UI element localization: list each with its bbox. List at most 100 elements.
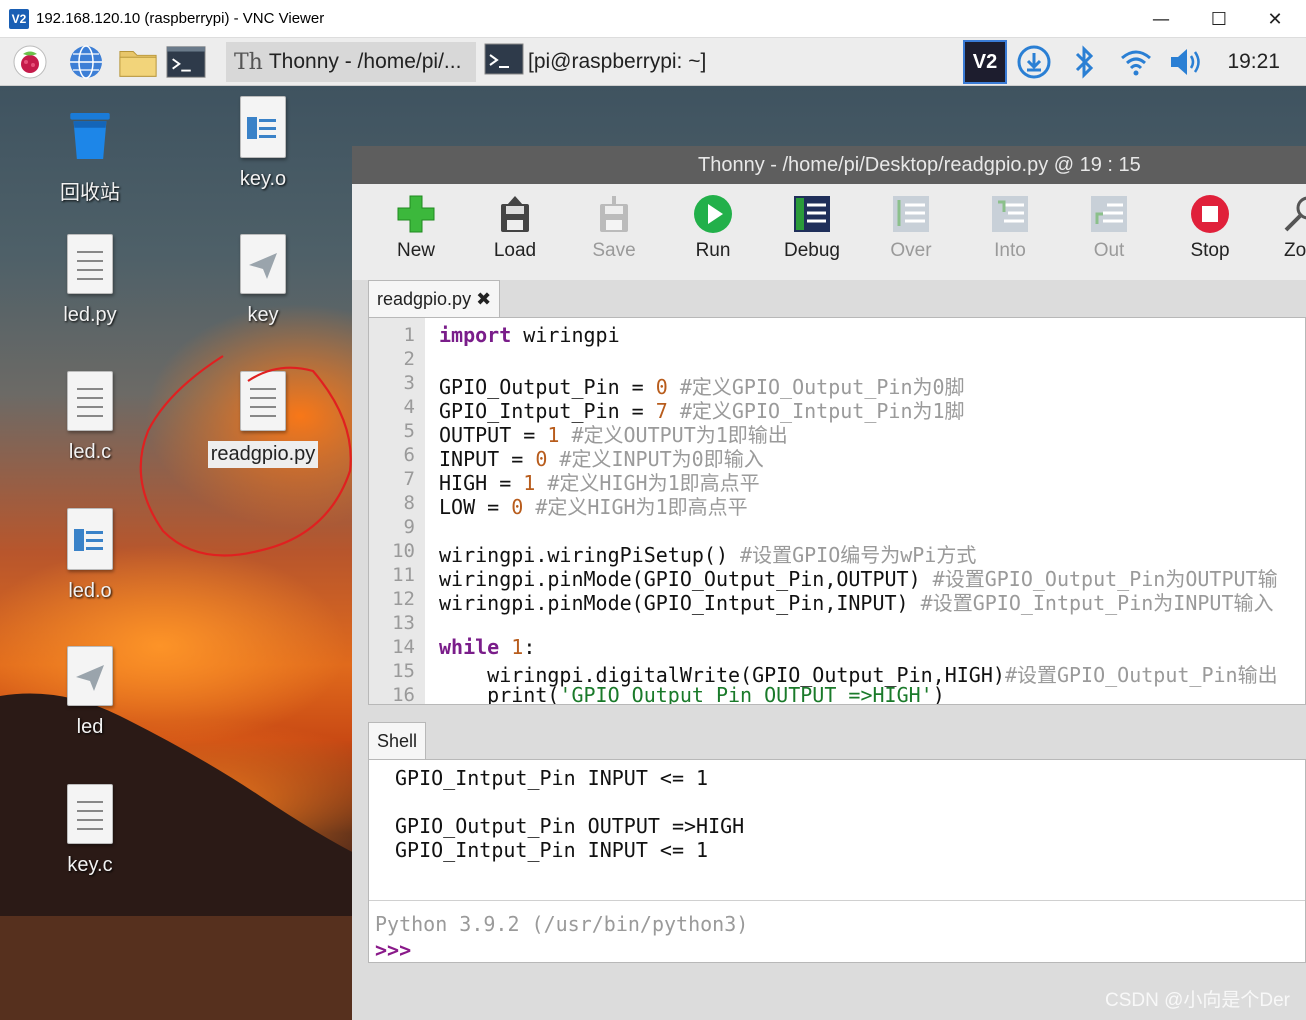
save-label: Save [592, 240, 636, 261]
line-number: 7 [403, 468, 415, 490]
step-over-icon [891, 194, 931, 234]
file-led-c[interactable]: led.c [40, 371, 140, 464]
code-editor[interactable]: 1 2 3 4 5 6 7 8 9 10 11 12 13 14 15 16 i… [368, 317, 1306, 705]
desktop-icon-label: key.c [67, 854, 113, 876]
vnc-titlebar: V2 192.168.120.10 (raspberrypi) - VNC Vi… [0, 0, 1306, 38]
raspberry-menu-icon[interactable] [10, 44, 50, 80]
file-led[interactable]: led [40, 646, 140, 739]
file-key-c[interactable]: key.c [40, 784, 140, 877]
new-label: New [396, 240, 435, 261]
step-out-icon [1089, 194, 1129, 234]
python-version-info: Python 3.9.2 (/usr/bin/python3) [375, 912, 749, 936]
step-over-button[interactable]: Over [871, 194, 951, 262]
step-into-button[interactable]: Into [970, 194, 1050, 262]
thonny-icon: Th [234, 49, 263, 75]
line-number: 9 [403, 516, 415, 538]
line-number: 8 [403, 492, 415, 514]
object-file-icon [67, 508, 113, 570]
close-button[interactable]: ✕ [1246, 0, 1304, 38]
load-button[interactable]: Load [475, 194, 555, 262]
magnifier-icon [1282, 194, 1306, 234]
file-key[interactable]: key [213, 234, 313, 327]
code-line: LOW = 0 #定义HIGH为1即高点平 [439, 495, 748, 519]
desktop-icon-label: key [247, 304, 279, 326]
shell-prompt[interactable]: >>> [375, 938, 411, 962]
shell-panel[interactable]: GPIO_Intput_Pin INPUT <= 1 GPIO_Output_P… [368, 759, 1306, 963]
browser-globe-icon[interactable] [66, 44, 106, 80]
watermark: CSDN @小向是个Der [1104, 990, 1290, 1011]
taskbar-thonny-button[interactable]: Th Thonny - /home/pi/... [226, 42, 476, 82]
download-icon[interactable] [1014, 44, 1054, 80]
shell-output-line: GPIO_Intput_Pin INPUT <= 1 [395, 838, 709, 862]
editor-tab-readgpio[interactable]: readgpio.py ✖ [368, 280, 501, 318]
into-label: Into [994, 240, 1026, 261]
file-key-o[interactable]: key.o [213, 96, 313, 191]
line-number: 3 [403, 372, 415, 394]
file-led-o[interactable]: led.o [40, 508, 140, 603]
desktop-icon-label: 回收站 [60, 182, 120, 204]
run-button[interactable]: Run [673, 194, 753, 262]
step-out-button[interactable]: Out [1069, 194, 1149, 262]
bluetooth-icon[interactable] [1064, 44, 1104, 80]
desktop-icon-label: key.o [239, 168, 287, 190]
taskbar-terminal-label: [pi@raspberrypi: ~] [528, 50, 707, 73]
out-label: Out [1093, 240, 1125, 261]
stop-icon [1190, 194, 1230, 234]
play-icon [693, 194, 733, 234]
run-label: Run [695, 240, 731, 261]
taskbar-terminal-button[interactable]: [pi@raspberrypi: ~] [480, 42, 810, 82]
step-into-icon [990, 194, 1030, 234]
terminal-launcher-icon[interactable] [166, 44, 206, 80]
terminal-icon [484, 43, 524, 81]
line-number: 6 [403, 444, 415, 466]
desktop-icon-label: led.py [63, 304, 117, 326]
file-manager-folder-icon[interactable] [118, 44, 158, 80]
line-number: 4 [403, 396, 415, 418]
desktop-icon-label: led.o [68, 580, 112, 602]
load-label: Load [493, 240, 537, 261]
red-annotation-circle [139, 355, 352, 557]
load-floppy-icon [495, 194, 535, 234]
line-number-gutter: 1 2 3 4 5 6 7 8 9 10 11 12 13 14 15 16 [369, 318, 425, 704]
code-line: wiringpi.pinMode(GPIO_Intput_Pin,INPUT) … [439, 591, 1274, 615]
recycle-bin[interactable]: 回收站 [40, 106, 140, 205]
desktop-icon-label: led [76, 716, 104, 738]
executable-file-icon [240, 234, 286, 294]
maximize-button[interactable]: ☐ [1190, 0, 1248, 38]
line-number: 12 [392, 588, 415, 610]
thonny-window: Thonny - /home/pi/Desktop/readgpio.py @ … [352, 146, 1306, 1020]
stop-label: Stop [1190, 240, 1230, 261]
taskbar: Th Thonny - /home/pi/... [pi@raspberrypi… [0, 38, 1306, 86]
shell-tab[interactable]: Shell [368, 722, 427, 760]
line-number: 13 [392, 612, 415, 634]
line-number: 10 [392, 540, 415, 562]
wifi-icon[interactable] [1116, 44, 1156, 80]
line-number: 16 [392, 684, 415, 705]
save-floppy-icon [594, 194, 634, 234]
debug-button[interactable]: Debug [772, 194, 852, 262]
over-label: Over [890, 240, 932, 261]
save-button[interactable]: Save [574, 194, 654, 262]
text-file-icon [67, 784, 113, 844]
zoom-button[interactable]: Zo [1258, 194, 1306, 262]
line-number: 14 [392, 636, 415, 658]
thonny-toolbar: New Load Save Run Debug Over Into Out St… [352, 184, 1306, 280]
minimize-button[interactable]: — [1132, 0, 1190, 38]
new-button[interactable]: New [376, 194, 456, 262]
trash-icon [70, 113, 110, 159]
line-number: 11 [392, 564, 415, 586]
zoom-label: Zo [1284, 240, 1306, 261]
taskbar-thonny-label: Thonny - /home/pi/... [268, 50, 462, 73]
line-number: 2 [403, 348, 415, 370]
vnc-tray-icon[interactable]: V2 [963, 40, 1007, 84]
file-led-py[interactable]: led.py [40, 234, 140, 327]
code-line: import wiringpi [439, 323, 620, 347]
text-file-icon [67, 234, 113, 294]
line-number: 5 [403, 420, 415, 442]
code-line: while 1: [439, 635, 536, 659]
code-line: print('GPIO_Output_Pin OUTPUT =>HIGH') [439, 683, 945, 705]
line-number: 1 [403, 324, 415, 346]
volume-icon[interactable] [1166, 44, 1206, 80]
shell-output-line: GPIO_Intput_Pin INPUT <= 1 [395, 766, 709, 790]
stop-button[interactable]: Stop [1170, 194, 1250, 262]
